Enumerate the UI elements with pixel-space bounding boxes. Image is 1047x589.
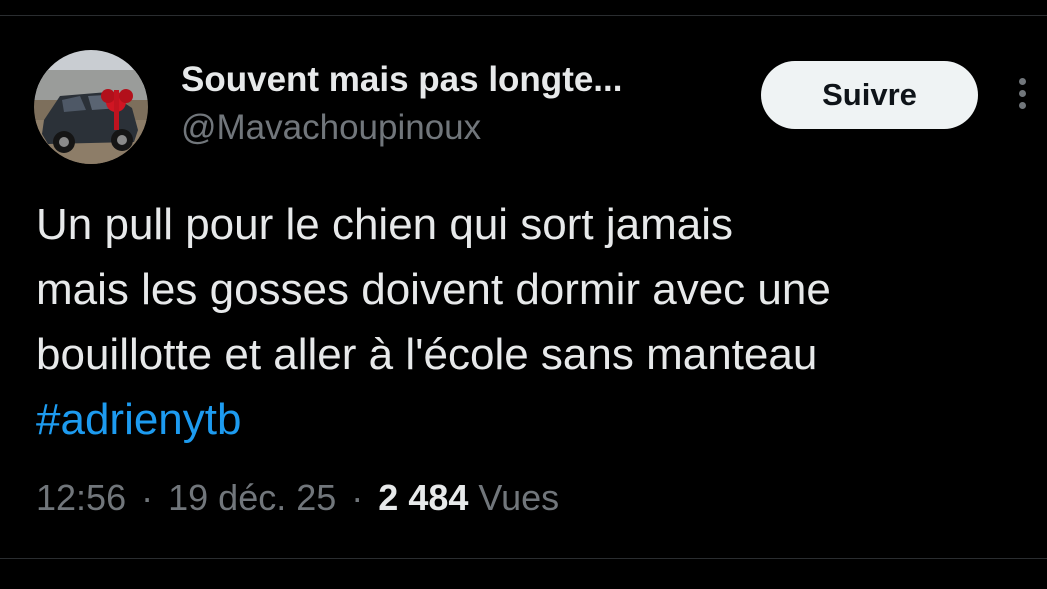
views-label: Vues (478, 477, 560, 518)
dot (1019, 102, 1026, 109)
dot (1019, 78, 1026, 85)
tweet-text: Un pull pour le chien qui sort jamais ma… (36, 192, 1026, 452)
author-display-name[interactable]: Souvent mais pas longte... (181, 60, 622, 100)
avatar[interactable] (34, 50, 148, 164)
car-with-red-bow-avatar-icon (34, 50, 148, 164)
follow-button[interactable]: Suivre (761, 61, 978, 129)
tweet-line: mais les gosses doivent dormir avec une (36, 265, 831, 314)
tweet-line: bouillotte et aller à l'école sans mante… (36, 330, 818, 379)
separator: · (141, 477, 154, 518)
tweet-line: Un pull pour le chien qui sort jamais (36, 200, 734, 249)
hashtag-link[interactable]: #adrienytb (36, 395, 241, 444)
author-handle[interactable]: @Mavachoupinoux (181, 108, 481, 148)
dot (1019, 90, 1026, 97)
bottom-divider (0, 558, 1047, 559)
tweet-time[interactable]: 12:56 (36, 477, 126, 518)
separator: · (351, 477, 364, 518)
top-divider (0, 15, 1047, 16)
views-count[interactable]: 2 484 (378, 477, 468, 518)
tweet-meta: 12:56 · 19 déc. 25 · 2 484 Vues (36, 477, 559, 519)
tweet-date[interactable]: 19 déc. 25 (168, 477, 336, 518)
vertical-ellipsis-icon[interactable] (1012, 74, 1034, 114)
